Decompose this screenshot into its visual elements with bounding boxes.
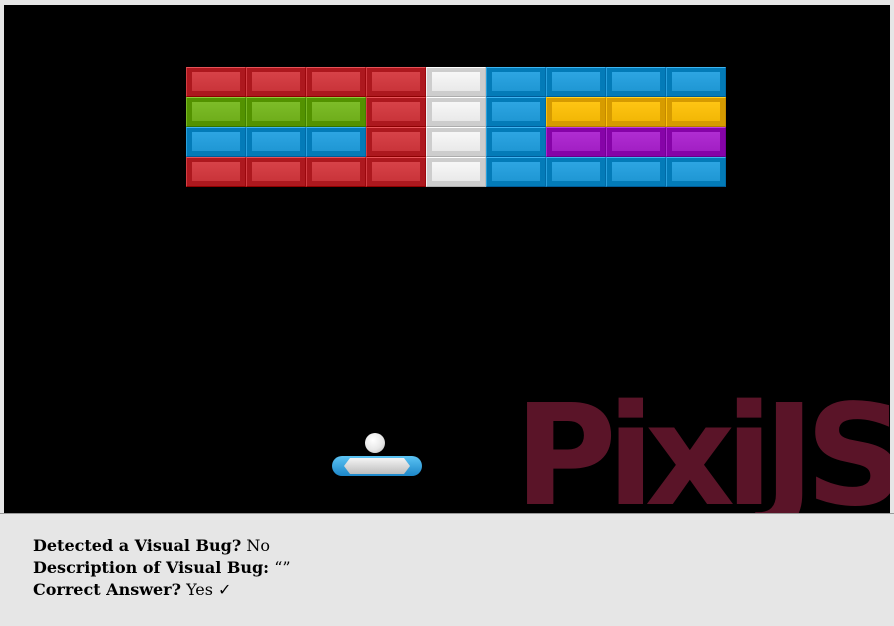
brick-blue [666,67,726,97]
brick-green [186,97,246,127]
brick-white [426,67,486,97]
evaluation-report: Detected a Visual Bug? No Description of… [33,535,873,601]
paddle[interactable] [330,454,424,478]
brick-red [186,157,246,187]
brick-yellow [606,97,666,127]
description-label: Description of Visual Bug: [33,558,270,577]
brick-red [186,67,246,97]
brick-blue [186,127,246,157]
brick-red [366,127,426,157]
brick-wall [4,5,890,513]
brick-white [426,157,486,187]
brick-red [246,67,306,97]
brick-blue [246,127,306,157]
divider [0,513,894,514]
brick-white [426,127,486,157]
brick-green [306,97,366,127]
brick-yellow [666,97,726,127]
ball [365,433,385,453]
brick-blue [666,157,726,187]
screenshot-frame: PixiJS Detected a Visual Bug? No Descrip… [0,0,894,626]
brick-purple [606,127,666,157]
brick-red [306,157,366,187]
detected-line: Detected a Visual Bug? No [33,535,873,557]
brick-blue [486,127,546,157]
brick-blue [606,157,666,187]
brick-blue [486,157,546,187]
description-value: “” [274,558,291,577]
game-canvas[interactable]: PixiJS [4,5,890,513]
brick-purple [546,127,606,157]
brick-blue [486,97,546,127]
correct-value: Yes ✓ [186,580,232,599]
brick-red [306,67,366,97]
detected-value: No [246,536,270,555]
brick-blue [546,67,606,97]
brick-red [366,97,426,127]
brick-yellow [546,97,606,127]
brick-green [246,97,306,127]
brick-white [426,97,486,127]
paddle-center [344,458,410,474]
brick-blue [306,127,366,157]
correct-label: Correct Answer? [33,580,181,599]
description-line: Description of Visual Bug: “” [33,557,873,579]
correct-line: Correct Answer? Yes ✓ [33,579,873,601]
brick-red [366,157,426,187]
brick-red [366,67,426,97]
brick-purple [666,127,726,157]
brick-blue [486,67,546,97]
brick-blue [546,157,606,187]
brick-blue [606,67,666,97]
brick-red [246,157,306,187]
detected-label: Detected a Visual Bug? [33,536,242,555]
